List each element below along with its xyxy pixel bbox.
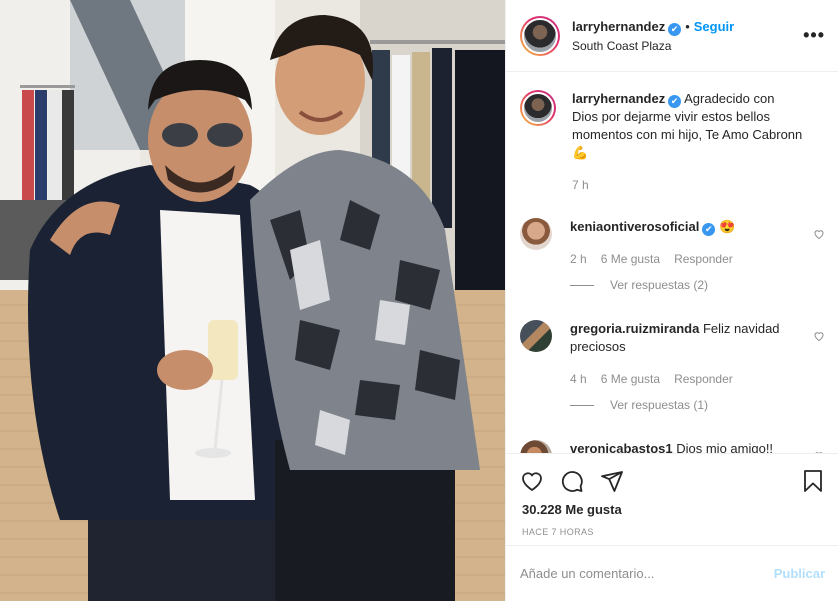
view-replies-label[interactable]: Ver respuestas (1) bbox=[610, 396, 708, 414]
likes-count[interactable]: 30.228 Me gusta bbox=[506, 502, 838, 517]
commenter-username[interactable]: keniaontiverosoficial bbox=[570, 219, 699, 234]
separator-dot: • bbox=[685, 19, 690, 34]
action-icons bbox=[506, 454, 838, 500]
share-icon[interactable] bbox=[600, 469, 624, 493]
comment-body: veronicabastos1 Dios mio amigo!! Cuánto … bbox=[570, 440, 825, 453]
follow-button[interactable]: Seguir bbox=[694, 19, 734, 34]
post-time[interactable]: HACE 7 HORAS bbox=[506, 527, 838, 537]
view-replies[interactable]: Ver respuestas (1) bbox=[570, 396, 803, 414]
comment-age[interactable]: 4 h bbox=[570, 370, 587, 388]
verified-badge-icon: ✔ bbox=[668, 95, 682, 108]
publish-button[interactable]: Publicar bbox=[774, 566, 825, 581]
comment-item: keniaontiverosoficial ✔ 😍 2 h 6 Me gusta … bbox=[520, 218, 825, 294]
comment-item: gregoria.ruizmiranda Feliz navidad preci… bbox=[520, 320, 825, 414]
comment-meta: 2 h 6 Me gusta Responder bbox=[570, 250, 803, 268]
post-photo[interactable] bbox=[0, 0, 505, 601]
comments-list[interactable]: larryhernandez ✔ Agradecido con Dios por … bbox=[506, 72, 838, 453]
header-text: larryhernandez ✔ • Seguir South Coast Plaza bbox=[572, 18, 803, 53]
comment-likes[interactable]: 6 Me gusta bbox=[601, 250, 660, 268]
reply-button[interactable]: Responder bbox=[674, 370, 733, 388]
comment-body: keniaontiverosoficial ✔ 😍 2 h 6 Me gusta … bbox=[570, 218, 825, 294]
commenter-username[interactable]: veronicabastos1 bbox=[570, 441, 673, 453]
caption-meta: 7 h bbox=[572, 176, 803, 194]
commenter-avatar[interactable] bbox=[520, 320, 552, 352]
view-replies-label[interactable]: Ver respuestas (2) bbox=[610, 276, 708, 294]
comment-icon[interactable] bbox=[560, 469, 584, 493]
comment-like-heart-icon[interactable] bbox=[813, 330, 825, 342]
reply-button[interactable]: Responder bbox=[674, 250, 733, 268]
comment-body: gregoria.ruizmiranda Feliz navidad preci… bbox=[570, 320, 825, 414]
caption-username[interactable]: larryhernandez bbox=[572, 91, 665, 106]
heart-icon[interactable] bbox=[520, 469, 544, 493]
verified-badge-icon: ✔ bbox=[668, 23, 682, 36]
post-header: larryhernandez ✔ • Seguir South Coast Plaza… bbox=[506, 0, 838, 72]
verified-badge-icon: ✔ bbox=[702, 223, 716, 236]
add-comment-bar: Publicar bbox=[506, 545, 838, 601]
commenter-username[interactable]: gregoria.ruizmiranda bbox=[570, 321, 699, 336]
author-username[interactable]: larryhernandez bbox=[572, 19, 665, 34]
more-horizontal-icon[interactable]: ••• bbox=[803, 25, 825, 46]
replies-line bbox=[570, 404, 594, 406]
comment-meta: 4 h 6 Me gusta Responder bbox=[570, 370, 803, 388]
caption-age[interactable]: 7 h bbox=[572, 176, 589, 194]
caption-avatar[interactable] bbox=[520, 90, 556, 126]
author-avatar[interactable] bbox=[520, 15, 560, 56]
comment-text: 😍 bbox=[718, 219, 736, 234]
location-link[interactable]: South Coast Plaza bbox=[572, 39, 803, 53]
photo-scene bbox=[0, 0, 505, 601]
replies-line bbox=[570, 284, 594, 286]
commenter-avatar[interactable] bbox=[520, 440, 552, 453]
bookmark-icon[interactable] bbox=[801, 469, 825, 493]
post-panel: larryhernandez ✔ • Seguir South Coast Plaza… bbox=[505, 0, 838, 601]
comment-likes[interactable]: 6 Me gusta bbox=[601, 370, 660, 388]
caption-body: larryhernandez ✔ Agradecido con Dios por … bbox=[572, 90, 825, 194]
view-replies[interactable]: Ver respuestas (2) bbox=[570, 276, 803, 294]
comment-input[interactable] bbox=[520, 566, 774, 581]
comment-like-heart-icon[interactable] bbox=[813, 228, 825, 240]
comment-age[interactable]: 2 h bbox=[570, 250, 587, 268]
comment-item: veronicabastos1 Dios mio amigo!! Cuánto … bbox=[520, 440, 825, 453]
commenter-avatar[interactable] bbox=[520, 218, 552, 250]
instagram-post: larryhernandez ✔ • Seguir South Coast Plaza… bbox=[0, 0, 838, 601]
caption: larryhernandez ✔ Agradecido con Dios por … bbox=[520, 90, 825, 194]
flexed-biceps-emoji: 💪 bbox=[572, 145, 589, 160]
